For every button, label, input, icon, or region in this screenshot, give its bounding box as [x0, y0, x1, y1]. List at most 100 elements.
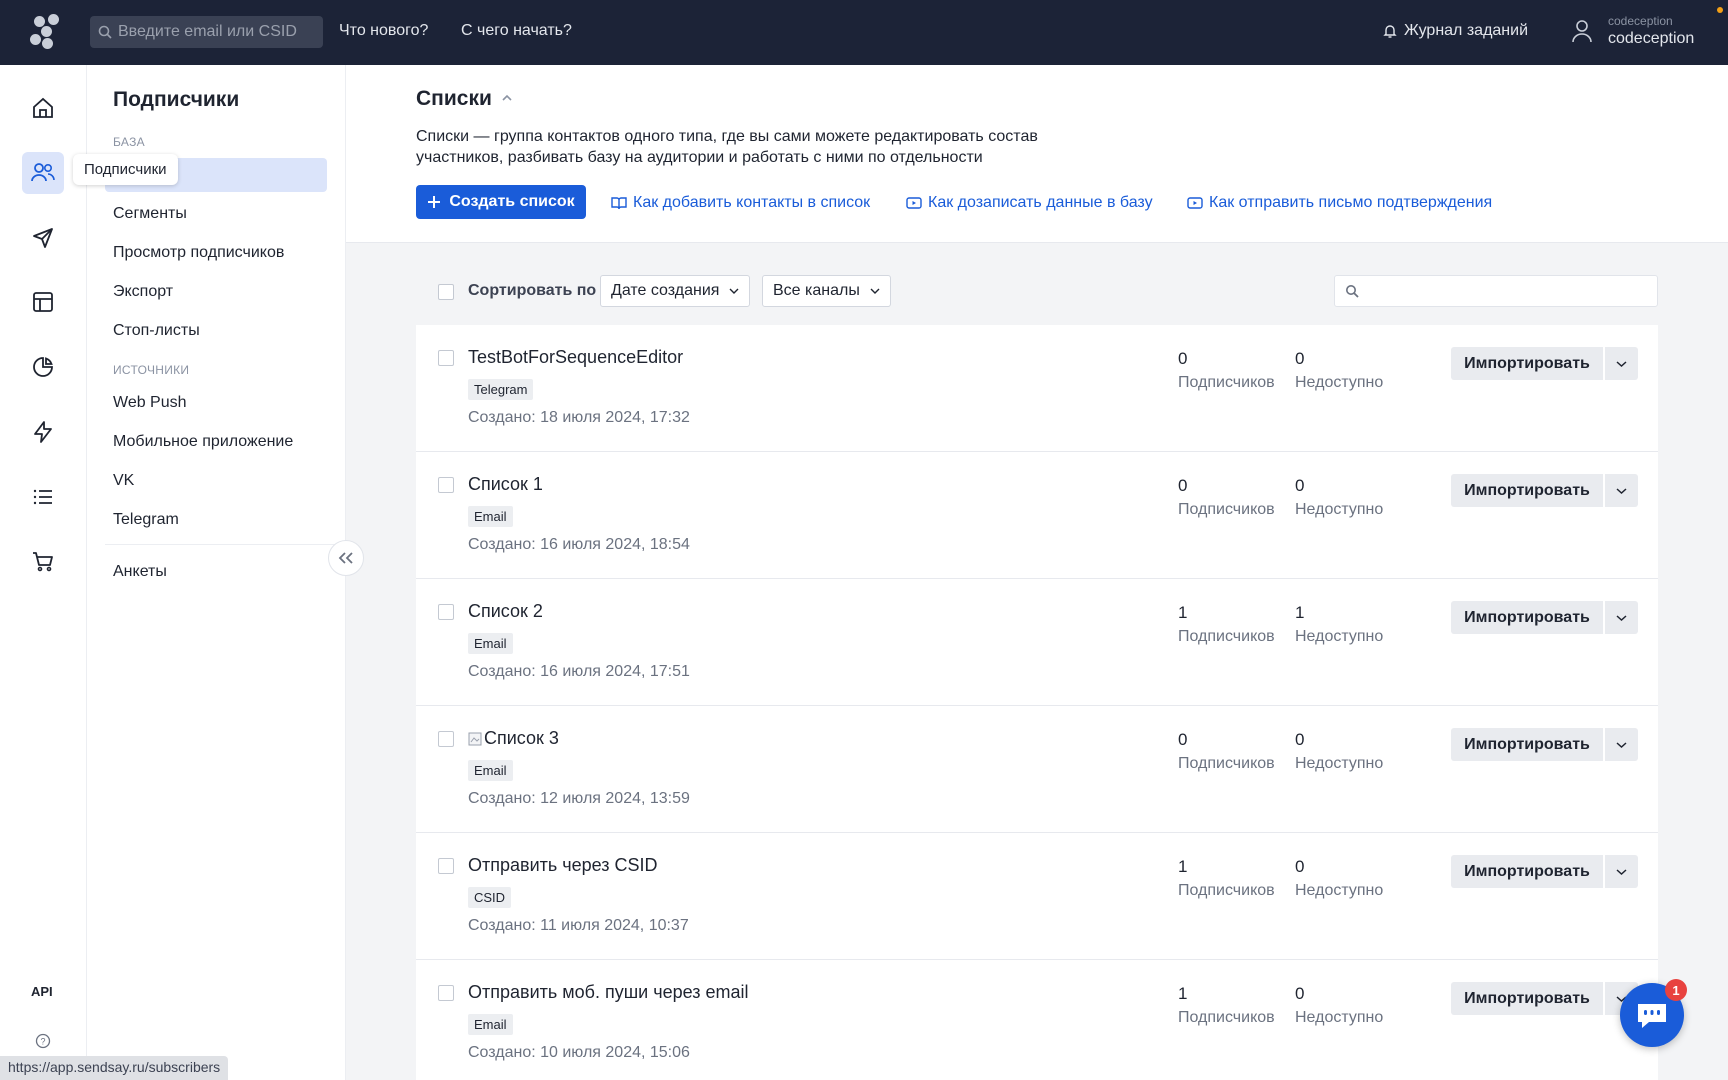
nav-ecommerce[interactable] [22, 540, 64, 582]
list-search[interactable] [1334, 275, 1658, 307]
lists-container: TestBotForSequenceEditor Telegram Создан… [416, 325, 1658, 1080]
list-item-title[interactable]: Список 2 [468, 601, 543, 622]
subnav-item-export[interactable]: Экспорт [113, 283, 173, 301]
subscribers-stat: 1 Подписчиков [1178, 984, 1275, 1027]
import-menu-button[interactable] [1605, 347, 1638, 380]
import-menu-button[interactable] [1605, 855, 1638, 888]
list-search-input[interactable] [1365, 282, 1645, 300]
import-menu-button[interactable] [1605, 728, 1638, 761]
account-menu[interactable]: codeception codeception [1570, 14, 1694, 48]
unavailable-count: 0 [1295, 730, 1305, 749]
broken-image-icon [468, 732, 482, 745]
main-content: Списки Списки — группа контактов одного … [346, 65, 1728, 1080]
import-menu-button[interactable] [1605, 474, 1638, 507]
chevron-down-icon [1616, 487, 1627, 494]
nav-automation[interactable] [22, 411, 64, 453]
subnav-item-vk[interactable]: VK [113, 472, 134, 490]
list-item-checkbox[interactable] [438, 350, 454, 366]
import-button[interactable]: Импортировать [1451, 728, 1603, 761]
list-item-title[interactable]: TestBotForSequenceEditor [468, 347, 683, 368]
subnav-item-segments[interactable]: Сегменты [113, 205, 187, 223]
chat-widget-button[interactable]: 1 [1620, 979, 1687, 1047]
subscribers-caption: Подписчиков [1178, 374, 1275, 391]
nav-templates[interactable] [22, 281, 64, 323]
list-item-checkbox[interactable] [438, 985, 454, 1001]
subnav-item-stop-lists[interactable]: Стоп-листы [113, 322, 200, 340]
whats-new-link[interactable]: Что нового? [339, 22, 428, 40]
channel-tag: Email [468, 633, 513, 654]
import-button[interactable]: Импортировать [1451, 474, 1603, 507]
nav-stats[interactable] [22, 346, 64, 388]
list-item-checkbox[interactable] [438, 604, 454, 620]
subnav-item-telegram[interactable]: Telegram [113, 511, 179, 529]
list-item[interactable]: Список 1 Email Создано: 16 июля 2024, 18… [416, 452, 1658, 579]
import-button[interactable]: Импортировать [1451, 982, 1603, 1015]
import-button[interactable]: Импортировать [1451, 347, 1603, 380]
help-link-append-data-label: Как дозаписать данные в базу [928, 194, 1153, 211]
list-item-title-wrap[interactable]: Список 3 [468, 728, 559, 749]
subnav-item-view-subscribers[interactable]: Просмотр подписчиков [113, 244, 284, 262]
create-list-label: Создать список [449, 193, 575, 210]
create-list-button[interactable]: Создать список [416, 185, 586, 219]
page-header: Списки Списки — группа контактов одного … [346, 65, 1728, 243]
select-all-checkbox[interactable] [438, 284, 454, 300]
unavailable-caption: Недоступно [1295, 882, 1384, 899]
list-item-checkbox[interactable] [438, 731, 454, 747]
help-link-confirmation-email[interactable]: Как отправить письмо подтверждения [1187, 194, 1492, 212]
unavailable-stat: 0 Недоступно [1295, 476, 1383, 519]
nav-subscribers[interactable] [22, 152, 64, 194]
channel-dropdown[interactable]: Все каналы [762, 275, 891, 307]
list-item-title[interactable]: Отправить моб. пуши через email [468, 982, 748, 1003]
subscribers-count: 1 [1178, 984, 1188, 1003]
list-item-checkbox[interactable] [438, 477, 454, 493]
created-date: Создано: 18 июля 2024, 17:32 [468, 409, 690, 426]
chevron-up-icon[interactable] [501, 93, 513, 103]
unavailable-caption: Недоступно [1295, 374, 1384, 391]
subscribers-count: 0 [1178, 476, 1188, 495]
list-icon [33, 489, 52, 505]
unavailable-count: 0 [1295, 476, 1305, 495]
status-bar-url: https://app.sendsay.ru/subscribers [0, 1056, 229, 1080]
chat-icon [1638, 1004, 1666, 1028]
icon-rail: API ? [0, 65, 87, 1080]
nav-lists[interactable] [22, 476, 64, 518]
import-button[interactable]: Импортировать [1451, 855, 1603, 888]
chevron-down-icon [1616, 614, 1627, 621]
collapse-sidebar-button[interactable] [328, 540, 364, 576]
nav-home[interactable] [22, 87, 64, 129]
sort-dropdown[interactable]: Дате создания [600, 275, 751, 307]
list-item-title[interactable]: Отправить через CSID [468, 855, 658, 876]
subscribers-stat: 0 Подписчиков [1178, 730, 1275, 773]
subscribers-stat: 1 Подписчиков [1178, 857, 1275, 900]
list-item[interactable]: Список 2 Email Создано: 16 июля 2024, 17… [416, 579, 1658, 706]
search-input[interactable] [118, 23, 318, 41]
subnav-divider [105, 544, 346, 545]
subnav-item-mobile-app[interactable]: Мобильное приложение [113, 433, 293, 451]
list-item[interactable]: Отправить моб. пуши через email Email Со… [416, 960, 1658, 1080]
user-icon [1572, 20, 1592, 43]
list-item[interactable]: Список 3 Email Создано: 12 июля 2024, 13… [416, 706, 1658, 833]
page-title: Списки [416, 87, 492, 110]
list-item[interactable]: TestBotForSequenceEditor Telegram Создан… [416, 325, 1658, 452]
list-item[interactable]: Отправить через CSID CSID Создано: 11 ию… [416, 833, 1658, 960]
subnav-item-forms[interactable]: Анкеты [113, 563, 167, 581]
subscribers-count: 1 [1178, 603, 1188, 622]
getting-started-link[interactable]: С чего начать? [461, 22, 572, 40]
subnav-item-web-push[interactable]: Web Push [113, 394, 187, 412]
search-box[interactable] [90, 16, 323, 48]
help-link-add-contacts[interactable]: Как добавить контакты в список [611, 194, 870, 212]
import-menu-button[interactable] [1605, 601, 1638, 634]
jobs-log-link[interactable]: Журнал заданий [1382, 22, 1528, 40]
unavailable-count: 0 [1295, 349, 1305, 368]
layout-icon [33, 292, 53, 312]
nav-campaigns[interactable] [22, 217, 64, 259]
import-button[interactable]: Импортировать [1451, 601, 1603, 634]
help-icon[interactable]: ? [35, 1033, 51, 1054]
logo-icon[interactable] [30, 14, 62, 49]
list-item-checkbox[interactable] [438, 858, 454, 874]
list-item-title[interactable]: Список 1 [468, 474, 543, 495]
account-login: codeception [1608, 14, 1673, 28]
subscribers-caption: Подписчиков [1178, 1009, 1275, 1026]
api-link[interactable]: API [31, 984, 53, 999]
help-link-append-data[interactable]: Как дозаписать данные в базу [906, 194, 1153, 212]
